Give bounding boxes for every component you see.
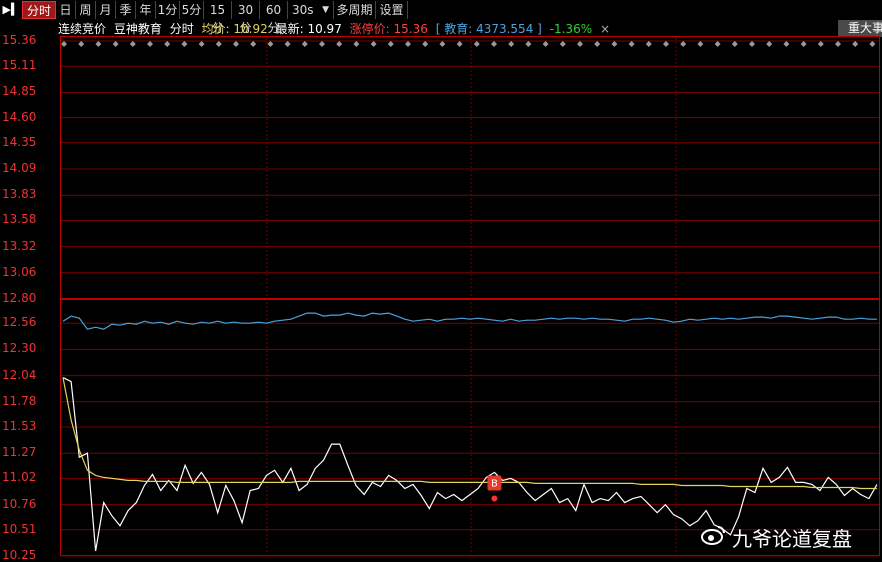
- event-diamond[interactable]: [250, 41, 257, 47]
- event-diamond[interactable]: [783, 41, 790, 47]
- event-diamond[interactable]: [215, 41, 222, 47]
- event-diamond[interactable]: [800, 41, 807, 47]
- watermark: 九爷论道复盘: [700, 524, 852, 552]
- event-diamond[interactable]: [817, 41, 824, 47]
- event-diamond[interactable]: [559, 41, 566, 47]
- event-diamond[interactable]: [852, 41, 859, 47]
- event-diamond[interactable]: [680, 41, 687, 47]
- event-diamond[interactable]: [370, 41, 377, 47]
- event-diamond[interactable]: [129, 41, 136, 47]
- event-diamond[interactable]: [181, 41, 188, 47]
- event-diamond[interactable]: [164, 41, 171, 47]
- intraday-chart[interactable]: B: [0, 0, 882, 558]
- event-diamond[interactable]: [663, 41, 669, 47]
- weibo-icon: [700, 524, 726, 553]
- event-diamond[interactable]: [473, 41, 480, 47]
- event-diamond[interactable]: [112, 41, 119, 47]
- event-diamond[interactable]: [233, 41, 239, 47]
- index-line: [62, 312, 877, 330]
- event-diamond[interactable]: [61, 41, 67, 47]
- event-diamond[interactable]: [456, 41, 463, 47]
- event-diamond[interactable]: [525, 41, 532, 47]
- event-diamond[interactable]: [628, 41, 635, 47]
- event-diamond[interactable]: [267, 41, 274, 47]
- event-diamond[interactable]: [645, 41, 652, 47]
- event-diamond[interactable]: [491, 41, 497, 47]
- event-diamond[interactable]: [405, 41, 411, 47]
- event-diamond[interactable]: [198, 41, 205, 47]
- event-diamond[interactable]: [731, 41, 738, 47]
- event-diamond[interactable]: [284, 41, 291, 47]
- average-line: [62, 377, 877, 490]
- buy-marker-label: B: [491, 479, 498, 490]
- event-diamond[interactable]: [766, 41, 773, 47]
- event-diamond[interactable]: [319, 41, 325, 47]
- event-diamond[interactable]: [353, 41, 360, 47]
- event-diamond[interactable]: [542, 41, 549, 47]
- watermark-text: 九爷论道复盘: [732, 527, 852, 551]
- event-diamond[interactable]: [749, 41, 755, 47]
- event-diamond[interactable]: [422, 41, 429, 47]
- event-diamond[interactable]: [147, 41, 153, 47]
- event-diamond[interactable]: [301, 41, 308, 47]
- event-diamond[interactable]: [95, 41, 102, 47]
- event-diamond[interactable]: [594, 41, 601, 47]
- event-diamond[interactable]: [869, 41, 876, 47]
- event-diamond[interactable]: [835, 41, 841, 47]
- event-diamond[interactable]: [714, 41, 721, 47]
- event-diamond[interactable]: [439, 41, 446, 47]
- event-diamond[interactable]: [336, 41, 343, 47]
- event-diamond[interactable]: [78, 41, 85, 47]
- buy-marker-dot[interactable]: [491, 495, 498, 502]
- event-diamond[interactable]: [611, 41, 618, 47]
- event-diamond[interactable]: [697, 41, 704, 47]
- event-diamond[interactable]: [577, 41, 583, 47]
- event-diamond[interactable]: [508, 41, 515, 47]
- event-diamond[interactable]: [387, 41, 394, 47]
